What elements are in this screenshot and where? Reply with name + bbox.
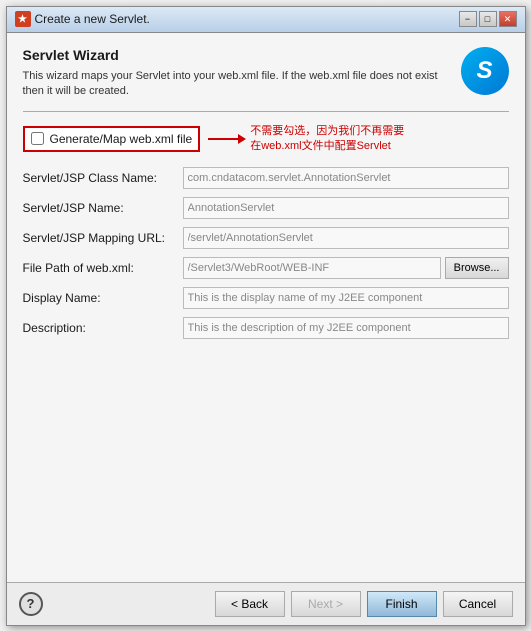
- checkbox-label: Generate/Map web.xml file: [50, 132, 193, 146]
- checkbox-wrapper: Generate/Map web.xml file: [23, 126, 201, 152]
- cancel-button[interactable]: Cancel: [443, 591, 513, 617]
- mapping-input[interactable]: [183, 227, 509, 249]
- description-label: Description:: [23, 321, 183, 335]
- filepath-row: File Path of web.xml: Browse...: [23, 257, 509, 279]
- titlebar: ★ Create a new Servlet. − □ ✕: [7, 7, 525, 33]
- wizard-description: This wizard maps your Servlet into your …: [23, 69, 451, 100]
- description-row: Description:: [23, 317, 509, 339]
- minimize-button[interactable]: −: [459, 11, 477, 27]
- header-divider: [23, 111, 509, 112]
- wizard-logo: S: [461, 47, 509, 95]
- maximize-button[interactable]: □: [479, 11, 497, 27]
- back-button[interactable]: < Back: [215, 591, 285, 617]
- help-button[interactable]: ?: [19, 592, 43, 616]
- header-text: Servlet Wizard This wizard maps your Ser…: [23, 47, 451, 100]
- finish-button[interactable]: Finish: [367, 591, 437, 617]
- display-name-label: Display Name:: [23, 291, 183, 305]
- mapping-label: Servlet/JSP Mapping URL:: [23, 231, 183, 245]
- class-name-label: Servlet/JSP Class Name:: [23, 171, 183, 185]
- footer-buttons: < Back Next > Finish Cancel: [215, 591, 513, 617]
- form-section: Servlet/JSP Class Name: Servlet/JSP Name…: [23, 167, 509, 339]
- footer: ? < Back Next > Finish Cancel: [7, 582, 525, 625]
- header-section: Servlet Wizard This wizard maps your Ser…: [23, 47, 509, 100]
- checkbox-row: Generate/Map web.xml file 不需要勾选，因为我们不再需要…: [23, 124, 509, 153]
- servlet-name-label: Servlet/JSP Name:: [23, 201, 183, 215]
- generate-webxml-checkbox[interactable]: [31, 132, 44, 145]
- class-name-row: Servlet/JSP Class Name:: [23, 167, 509, 189]
- main-window: ★ Create a new Servlet. − □ ✕ Servlet Wi…: [6, 6, 526, 626]
- window-icon: ★: [15, 11, 31, 27]
- browse-button[interactable]: Browse...: [445, 257, 509, 279]
- display-name-input[interactable]: [183, 287, 509, 309]
- content-area: Servlet Wizard This wizard maps your Ser…: [7, 33, 525, 582]
- annotation-text: 不需要勾选，因为我们不再需要在web.xml文件中配置Servlet: [250, 124, 410, 153]
- mapping-row: Servlet/JSP Mapping URL:: [23, 227, 509, 249]
- class-name-input[interactable]: [183, 167, 509, 189]
- wizard-title: Servlet Wizard: [23, 47, 451, 63]
- servlet-name-input[interactable]: [183, 197, 509, 219]
- description-input[interactable]: [183, 317, 509, 339]
- spacer: [23, 339, 509, 574]
- display-name-row: Display Name:: [23, 287, 509, 309]
- window-title: Create a new Servlet.: [35, 12, 455, 26]
- next-button[interactable]: Next >: [291, 591, 361, 617]
- annotation-arrow: 不需要勾选，因为我们不再需要在web.xml文件中配置Servlet: [208, 124, 410, 153]
- close-button[interactable]: ✕: [499, 11, 517, 27]
- filepath-input[interactable]: [183, 257, 441, 279]
- servlet-name-row: Servlet/JSP Name:: [23, 197, 509, 219]
- arrow-head: [238, 134, 246, 144]
- filepath-label: File Path of web.xml:: [23, 261, 183, 275]
- window-controls: − □ ✕: [459, 11, 517, 27]
- arrow-line: [208, 138, 238, 140]
